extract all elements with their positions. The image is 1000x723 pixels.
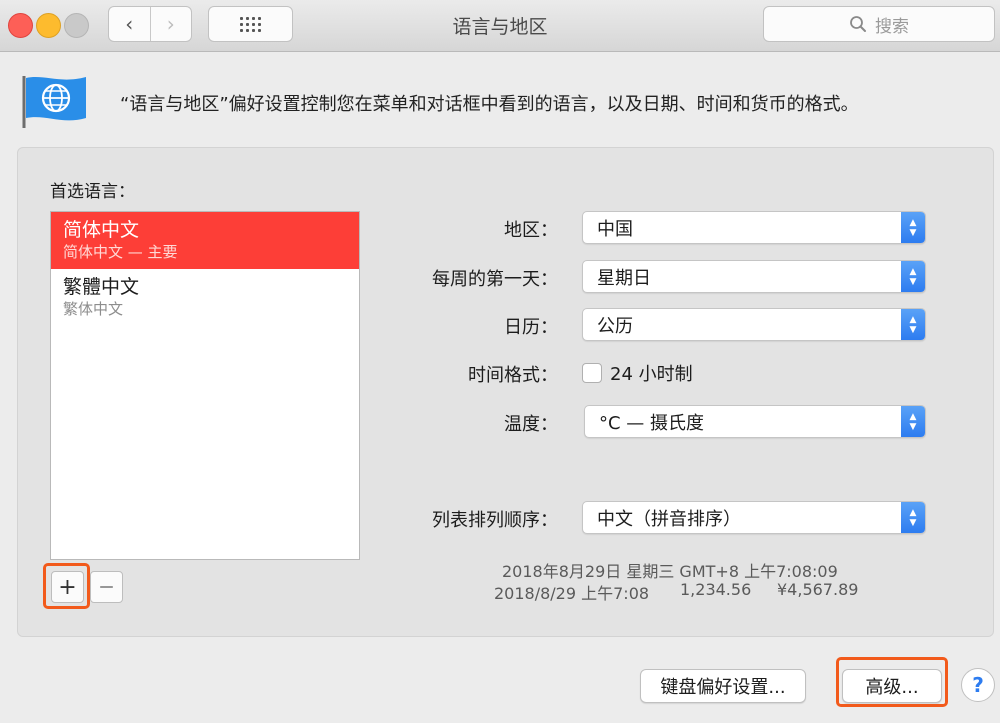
highlight-box bbox=[836, 657, 948, 707]
number-sample: 1,234.56 bbox=[680, 580, 752, 599]
search-placeholder: 搜索 bbox=[875, 16, 909, 37]
currency-sample: ¥4,567.89 bbox=[777, 580, 859, 599]
remove-language-button[interactable]: — bbox=[90, 571, 123, 603]
popup-arrows-icon: ▲ ▼ bbox=[901, 309, 925, 340]
calendar-label: 日历： bbox=[504, 317, 558, 338]
language-item-traditional-chinese[interactable]: 繁體中文 繁体中文 bbox=[51, 269, 359, 326]
region-label: 地区： bbox=[504, 220, 558, 241]
keyboard-preferences-button[interactable]: 键盘偏好设置... bbox=[640, 669, 806, 703]
minimize-window-button[interactable] bbox=[36, 13, 61, 38]
region-popup[interactable]: 中国 ▲ ▼ bbox=[582, 211, 926, 244]
sort-order-label: 列表排列顺序： bbox=[432, 510, 558, 531]
search-icon bbox=[850, 16, 866, 32]
first-day-value: 星期日 bbox=[597, 267, 651, 289]
time-format-label: 时间格式： bbox=[468, 365, 558, 386]
popup-arrows-icon: ▲ ▼ bbox=[901, 502, 925, 533]
temperature-label: 温度： bbox=[504, 414, 558, 435]
first-day-label: 每周的第一天： bbox=[432, 269, 558, 290]
highlight-box bbox=[43, 563, 90, 609]
language-subtitle: 繁体中文 bbox=[63, 300, 124, 318]
forward-button[interactable]: › bbox=[149, 7, 192, 41]
region-value: 中国 bbox=[597, 218, 633, 240]
temperature-popup[interactable]: °C — 摄氏度 ▲ ▼ bbox=[584, 405, 926, 438]
preferred-languages-list[interactable]: 简体中文 简体中文 — 主要 繁體中文 繁体中文 bbox=[50, 211, 360, 560]
pane-description: “语言与地区”偏好设置控制您在菜单和对话框中看到的语言，以及日期、时间和货币的格… bbox=[120, 94, 859, 115]
language-name: 简体中文 bbox=[63, 219, 140, 241]
minus-icon: — bbox=[99, 579, 114, 595]
24-hour-label[interactable]: 24 小时制 bbox=[610, 360, 693, 386]
language-name: 繁體中文 bbox=[63, 276, 140, 298]
show-all-button[interactable] bbox=[208, 6, 293, 42]
first-day-popup[interactable]: 星期日 ▲ ▼ bbox=[582, 260, 926, 293]
24-hour-checkbox[interactable] bbox=[582, 363, 602, 383]
close-window-button[interactable] bbox=[8, 13, 33, 38]
sort-order-value: 中文（拼音排序） bbox=[597, 508, 741, 530]
preferred-languages-label: 首选语言： bbox=[50, 182, 135, 202]
zoom-window-button[interactable] bbox=[64, 13, 89, 38]
globe-flag-icon bbox=[22, 76, 86, 128]
search-field[interactable]: 搜索 bbox=[763, 6, 995, 42]
calendar-value: 公历 bbox=[597, 315, 633, 337]
language-item-simplified-chinese[interactable]: 简体中文 简体中文 — 主要 bbox=[51, 212, 359, 269]
popup-arrows-icon: ▲ ▼ bbox=[901, 261, 925, 292]
popup-arrows-icon: ▲ ▼ bbox=[901, 212, 925, 243]
grid-icon bbox=[240, 16, 261, 32]
keyboard-preferences-label: 键盘偏好设置... bbox=[660, 677, 786, 698]
chevron-left-icon: ‹ bbox=[125, 12, 134, 36]
help-button[interactable]: ? bbox=[961, 668, 995, 702]
temperature-value: °C — 摄氏度 bbox=[599, 412, 705, 434]
chevron-right-icon: › bbox=[166, 12, 175, 36]
calendar-popup[interactable]: 公历 ▲ ▼ bbox=[582, 308, 926, 341]
time-format-row: 24 小时制 bbox=[582, 360, 693, 386]
window-title: 语言与地区 bbox=[452, 16, 548, 38]
sort-order-popup[interactable]: 中文（拼音排序） ▲ ▼ bbox=[582, 501, 926, 534]
navigation-buttons: ‹ › bbox=[108, 6, 192, 42]
question-mark-icon: ? bbox=[972, 673, 984, 697]
language-subtitle: 简体中文 — 主要 bbox=[63, 243, 178, 261]
date-format-sample: 2018年8月29日 星期三 GMT+8 上午7:08:09 bbox=[502, 562, 838, 581]
back-button[interactable]: ‹ bbox=[109, 7, 150, 41]
short-date-sample: 2018/8/29 上午7:08 bbox=[494, 584, 650, 603]
popup-arrows-icon: ▲ ▼ bbox=[901, 406, 925, 437]
title-bar: ‹ › 语言与地区 搜索 bbox=[0, 0, 1000, 52]
